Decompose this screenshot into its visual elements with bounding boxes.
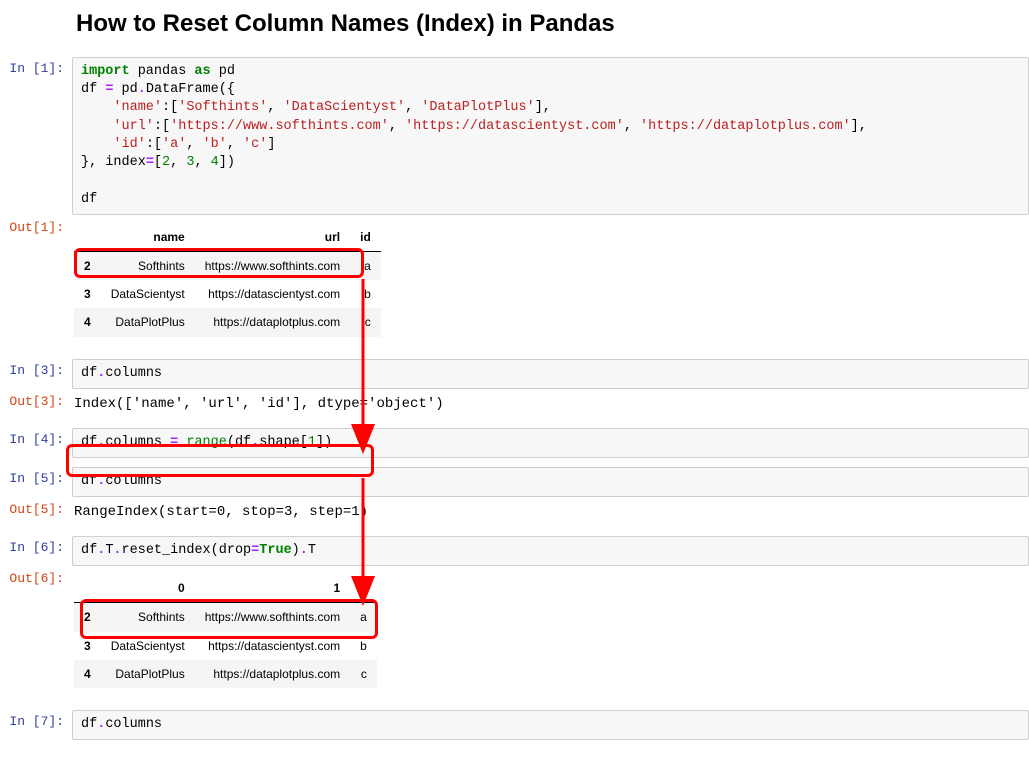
code-input-1[interactable]: import pandas as pd df = pd.DataFrame({ … [72,57,1029,215]
code-input-4[interactable]: df.columns = range(df.shape[1]) [72,428,1029,458]
cell-in-3: In [3]: df.columns [0,358,1029,389]
code-input-6[interactable]: df.T.reset_index(drop=True).T [72,536,1029,566]
prompt-in-4: In [4]: [0,428,72,453]
code-input-5[interactable]: df.columns [72,467,1029,497]
col-header: 0 [101,574,195,603]
prompt-in-6: In [6]: [0,536,72,561]
cell-out-5: Out[5]: RangeIndex(start=0, stop=3, step… [0,497,1029,527]
table-row: 3 DataScientyst https://datascientyst.co… [74,280,381,308]
prompt-in-5: In [5]: [0,467,72,492]
code-input-3[interactable]: df.columns [72,359,1029,389]
output-3: Index(['name', 'url', 'id'], dtype='obje… [72,390,1029,419]
col-header: 1 [195,574,350,603]
col-header: id [350,223,381,252]
output-5: RangeIndex(start=0, stop=3, step=1) [72,498,1029,527]
table-row: 3 DataScientyst https://datascientyst.co… [74,632,377,660]
table-row: 4 DataPlotPlus https://dataplotplus.com … [74,660,377,688]
prompt-in-1: In [1]: [0,57,72,82]
cell-out-3: Out[3]: Index(['name', 'url', 'id'], dty… [0,389,1029,419]
prompt-in-3: In [3]: [0,359,72,384]
prompt-out-6: Out[6]: [0,567,72,592]
cell-in-5: In [5]: df.columns [0,466,1029,497]
col-header: name [101,223,195,252]
dataframe-table-1: name url id 2 Softhints https://www.soft… [74,223,381,337]
cell-in-1: In [1]: import pandas as pd df = pd.Data… [0,56,1029,215]
table-row: 2 Softhints https://www.softhints.com a [74,251,381,280]
page-title: How to Reset Column Names (Index) in Pan… [76,10,1029,38]
table-row: 4 DataPlotPlus https://dataplotplus.com … [74,308,381,336]
cell-out-6: Out[6]: 0 1 2 2 Softhints https://www.so… [0,566,1029,701]
output-6: 0 1 2 2 Softhints https://www.softhints.… [72,567,1029,701]
cell-in-4: In [4]: df.columns = range(df.shape[1]) [0,427,1029,458]
prompt-out-5: Out[5]: [0,498,72,523]
col-header: url [195,223,350,252]
prompt-out-3: Out[3]: [0,390,72,415]
cell-in-6: In [6]: df.T.reset_index(drop=True).T [0,535,1029,566]
output-1: name url id 2 Softhints https://www.soft… [72,216,1029,350]
prompt-in-7: In [7]: [0,710,72,735]
cell-in-7: In [7]: df.columns [0,709,1029,740]
dataframe-table-2: 0 1 2 2 Softhints https://www.softhints.… [74,574,377,688]
prompt-out-1: Out[1]: [0,216,72,241]
col-header: 2 [350,574,377,603]
code-input-7[interactable]: df.columns [72,710,1029,740]
notebook-container: How to Reset Column Names (Index) in Pan… [0,10,1029,740]
cell-out-1: Out[1]: name url id 2 Softhints https://… [0,215,1029,350]
table-row: 2 Softhints https://www.softhints.com a [74,603,377,632]
